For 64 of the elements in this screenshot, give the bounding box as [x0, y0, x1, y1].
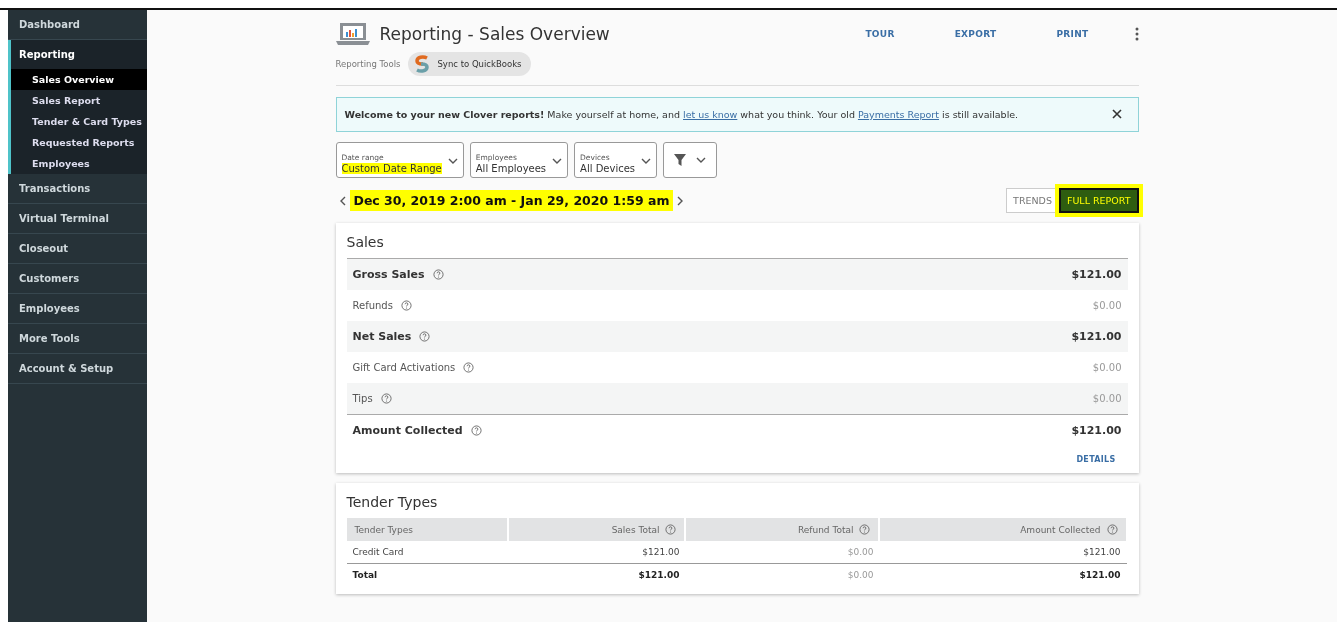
metric-label: Refunds — [352, 300, 393, 311]
more-options-icon[interactable] — [1134, 27, 1139, 41]
sidebar-subitem[interactable]: Requested Reports — [11, 132, 147, 153]
chevron-down-icon — [552, 157, 563, 164]
column-header: Amount Collected — [879, 518, 1127, 541]
help-icon[interactable] — [470, 425, 482, 436]
header-action[interactable]: PRINT — [1050, 28, 1095, 40]
laptop-chart-icon — [335, 22, 370, 46]
column-header: Sales Total — [508, 518, 686, 541]
help-icon[interactable] — [665, 524, 677, 535]
page-title: Reporting - Sales Overview — [379, 24, 611, 44]
table-cell: $121.00 — [508, 541, 686, 564]
metric-label: Gross Sales — [352, 268, 425, 281]
sidebar-subitem[interactable]: Tender & Card Types — [11, 111, 147, 132]
help-icon[interactable] — [432, 269, 444, 280]
filter-menu-button[interactable] — [663, 142, 718, 178]
metric-value: $121.00 — [1071, 268, 1122, 281]
help-icon[interactable] — [419, 331, 431, 342]
help-icon[interactable] — [380, 393, 392, 404]
quickbooks-sync-chip[interactable]: Sync to QuickBooks — [408, 52, 531, 76]
card-title: Sales — [346, 234, 385, 250]
close-icon — [1111, 109, 1122, 119]
details-link[interactable]: DETAILS — [1070, 454, 1122, 465]
feedback-link[interactable]: let us know — [683, 109, 738, 120]
banner-message: Welcome to your new Clover reports! Make yourself at home, and let us know what you think. Your old Payments Report is still available. — [344, 109, 1020, 120]
table-cell: Credit Card — [346, 541, 508, 564]
sidebar-item[interactable]: Reporting — [11, 40, 147, 69]
table-cell: $0.00 — [685, 541, 880, 564]
metric-label: Amount Collected — [352, 424, 463, 437]
chevron-right-icon — [677, 195, 684, 206]
metric-label: Net Sales — [352, 330, 412, 343]
metric-value: $0.00 — [1092, 362, 1122, 373]
sidebar-subitem[interactable]: Sales Report — [11, 90, 147, 111]
chevron-left-icon — [339, 195, 346, 206]
date-range-text: Dec 30, 2019 2:00 am - Jan 29, 2020 1:59 am — [349, 190, 674, 211]
metric-value: $0.00 — [1092, 393, 1122, 404]
metric-value: $121.00 — [1071, 424, 1122, 437]
sidebar-subitem[interactable]: Employees — [11, 153, 147, 174]
sidebar-subitem[interactable]: Sales Overview — [11, 69, 147, 90]
help-icon[interactable] — [859, 524, 871, 535]
header-action[interactable]: TOUR — [859, 28, 901, 40]
table-cell: $121.00 — [879, 541, 1127, 564]
table-cell: $0.00 — [685, 563, 880, 586]
metric-value: $0.00 — [1092, 300, 1122, 311]
sync-logo-icon — [413, 55, 432, 73]
tools-label: Reporting Tools — [335, 59, 401, 69]
help-icon[interactable] — [1106, 524, 1118, 535]
header-action[interactable]: EXPORT — [948, 28, 1003, 40]
table-cell: $121.00 — [879, 563, 1127, 586]
metric-label: Tips — [352, 393, 373, 404]
column-header: Refund Total — [685, 518, 880, 541]
chevron-down-icon — [447, 157, 458, 164]
help-icon[interactable] — [463, 362, 475, 373]
table-cell: Total — [346, 563, 508, 586]
card-title: Tender Types — [346, 494, 439, 510]
chevron-down-icon — [641, 157, 652, 164]
column-header: Tender Types — [346, 518, 508, 541]
help-icon[interactable] — [400, 300, 412, 311]
filter-icon — [674, 154, 687, 166]
table-cell: $121.00 — [508, 563, 686, 586]
metric-value: $121.00 — [1071, 330, 1122, 343]
metric-label: Gift Card Activations — [352, 362, 456, 373]
payments-report-link[interactable]: Payments Report — [857, 109, 939, 120]
chevron-down-icon — [696, 157, 707, 163]
